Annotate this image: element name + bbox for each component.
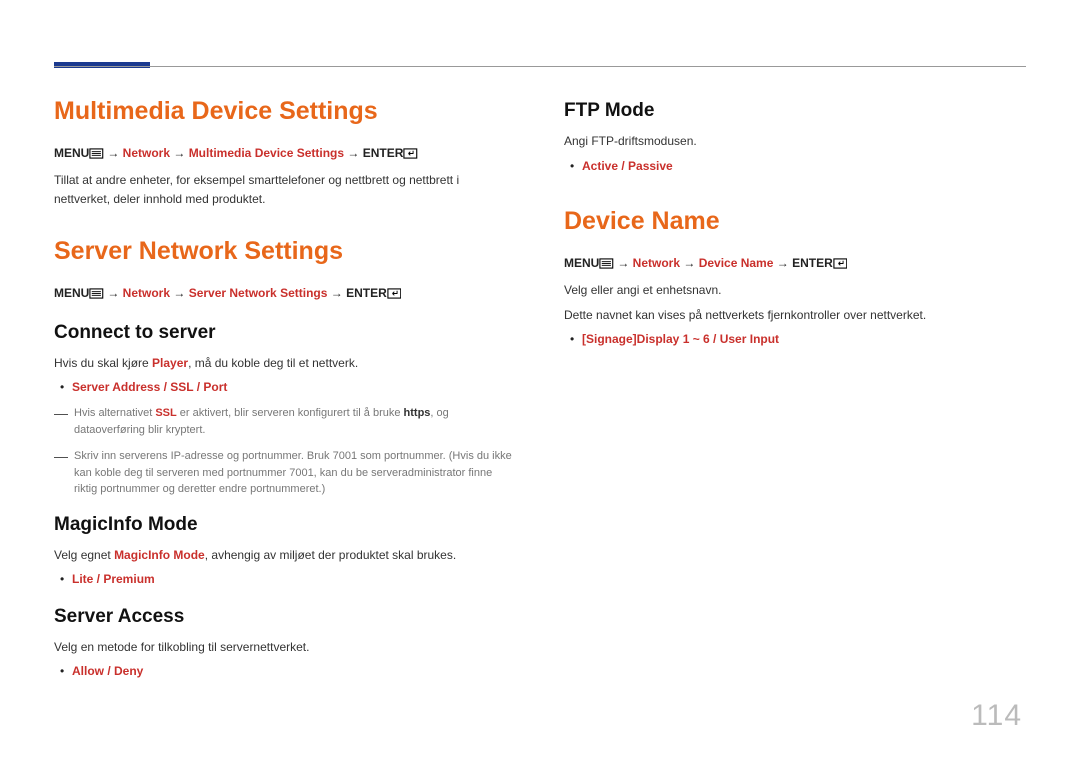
arrow: → bbox=[170, 286, 189, 300]
player-hot: Player bbox=[152, 356, 188, 370]
body-multimedia: Tillat at andre enheter, for eksempel sm… bbox=[54, 171, 516, 208]
enter-icon bbox=[387, 286, 402, 305]
nav-path-server: MENU → Network → Server Network Settings… bbox=[54, 284, 516, 305]
arrow: → bbox=[104, 286, 123, 300]
bullet-list-ftp: Active / Passive bbox=[564, 157, 1026, 176]
enter-icon bbox=[403, 146, 418, 165]
top-rule bbox=[54, 66, 1026, 67]
body-device-2: Dette navnet kan vises på nettverkets fj… bbox=[564, 306, 1026, 325]
menu-label: MENU bbox=[54, 146, 89, 160]
magicinfo-hot: MagicInfo Mode bbox=[114, 548, 205, 562]
enter-label: ENTER bbox=[792, 256, 833, 270]
bullet-list-magic: Lite / Premium bbox=[54, 570, 516, 589]
list-item: Active / Passive bbox=[564, 157, 1026, 176]
nav-device-name: Device Name bbox=[699, 256, 774, 270]
body-magicinfo: Velg egnet MagicInfo Mode, avhengig av m… bbox=[54, 546, 516, 565]
subheading-access: Server Access bbox=[54, 606, 516, 628]
menu-label: MENU bbox=[54, 286, 89, 300]
note-dash-icon: ― bbox=[54, 405, 68, 438]
enter-label: ENTER bbox=[363, 146, 404, 160]
heading-multimedia: Multimedia Device Settings bbox=[54, 96, 516, 126]
note-port: ― Skriv inn serverens IP-adresse og port… bbox=[54, 448, 516, 498]
enter-label: ENTER bbox=[346, 286, 387, 300]
list-item: Allow / Deny bbox=[54, 662, 516, 681]
left-column: Multimedia Device Settings MENU → Networ… bbox=[54, 96, 516, 689]
bullet-list-access: Allow / Deny bbox=[54, 662, 516, 681]
enter-icon bbox=[833, 256, 848, 275]
list-item: Lite / Premium bbox=[54, 570, 516, 589]
menu-icon bbox=[599, 256, 614, 275]
body-ftp: Angi FTP-driftsmodusen. bbox=[564, 132, 1026, 151]
menu-label: MENU bbox=[564, 256, 599, 270]
nav-path-device: MENU → Network → Device Name → ENTER bbox=[564, 254, 1026, 275]
nav-path-multimedia: MENU → Network → Multimedia Device Setti… bbox=[54, 144, 516, 165]
bullet-list-device: [Signage]Display 1 ~ 6 / User Input bbox=[564, 330, 1026, 349]
body-access: Velg en metode for tilkobling til server… bbox=[54, 638, 516, 657]
arrow: → bbox=[104, 146, 123, 160]
menu-icon bbox=[89, 286, 104, 305]
page-number: 114 bbox=[971, 699, 1022, 733]
list-item: [Signage]Display 1 ~ 6 / User Input bbox=[564, 330, 1026, 349]
arrow: → bbox=[680, 256, 699, 270]
nav-network: Network bbox=[123, 146, 170, 160]
note-text: Skriv inn serverens IP-adresse og portnu… bbox=[74, 448, 516, 498]
nav-server-settings: Server Network Settings bbox=[189, 286, 328, 300]
menu-icon bbox=[89, 146, 104, 165]
note-dash-icon: ― bbox=[54, 448, 68, 498]
note-ssl: ― Hvis alternativet SSL er aktivert, bli… bbox=[54, 405, 516, 438]
nav-network: Network bbox=[123, 286, 170, 300]
accent-bar bbox=[54, 62, 150, 68]
arrow: → bbox=[773, 256, 792, 270]
two-column-layout: Multimedia Device Settings MENU → Networ… bbox=[54, 96, 1026, 689]
body-device-1: Velg eller angi et enhetsnavn. bbox=[564, 281, 1026, 300]
document-page: Multimedia Device Settings MENU → Networ… bbox=[0, 0, 1080, 763]
body-connect: Hvis du skal kjøre Player, må du koble d… bbox=[54, 354, 516, 373]
right-column: FTP Mode Angi FTP-driftsmodusen. Active … bbox=[564, 96, 1026, 689]
heading-device-name: Device Name bbox=[564, 206, 1026, 236]
nav-multimedia: Multimedia Device Settings bbox=[189, 146, 344, 160]
note-text: Hvis alternativet SSL er aktivert, blir … bbox=[74, 405, 516, 438]
arrow: → bbox=[344, 146, 363, 160]
nav-network: Network bbox=[633, 256, 680, 270]
arrow: → bbox=[614, 256, 633, 270]
arrow: → bbox=[327, 286, 346, 300]
subheading-ftp: FTP Mode bbox=[564, 100, 1026, 122]
subheading-magicinfo: MagicInfo Mode bbox=[54, 514, 516, 536]
subheading-connect: Connect to server bbox=[54, 322, 516, 344]
arrow: → bbox=[170, 146, 189, 160]
bullet-list-connect: Server Address / SSL / Port bbox=[54, 378, 516, 397]
heading-server-network: Server Network Settings bbox=[54, 236, 516, 266]
list-item: Server Address / SSL / Port bbox=[54, 378, 516, 397]
